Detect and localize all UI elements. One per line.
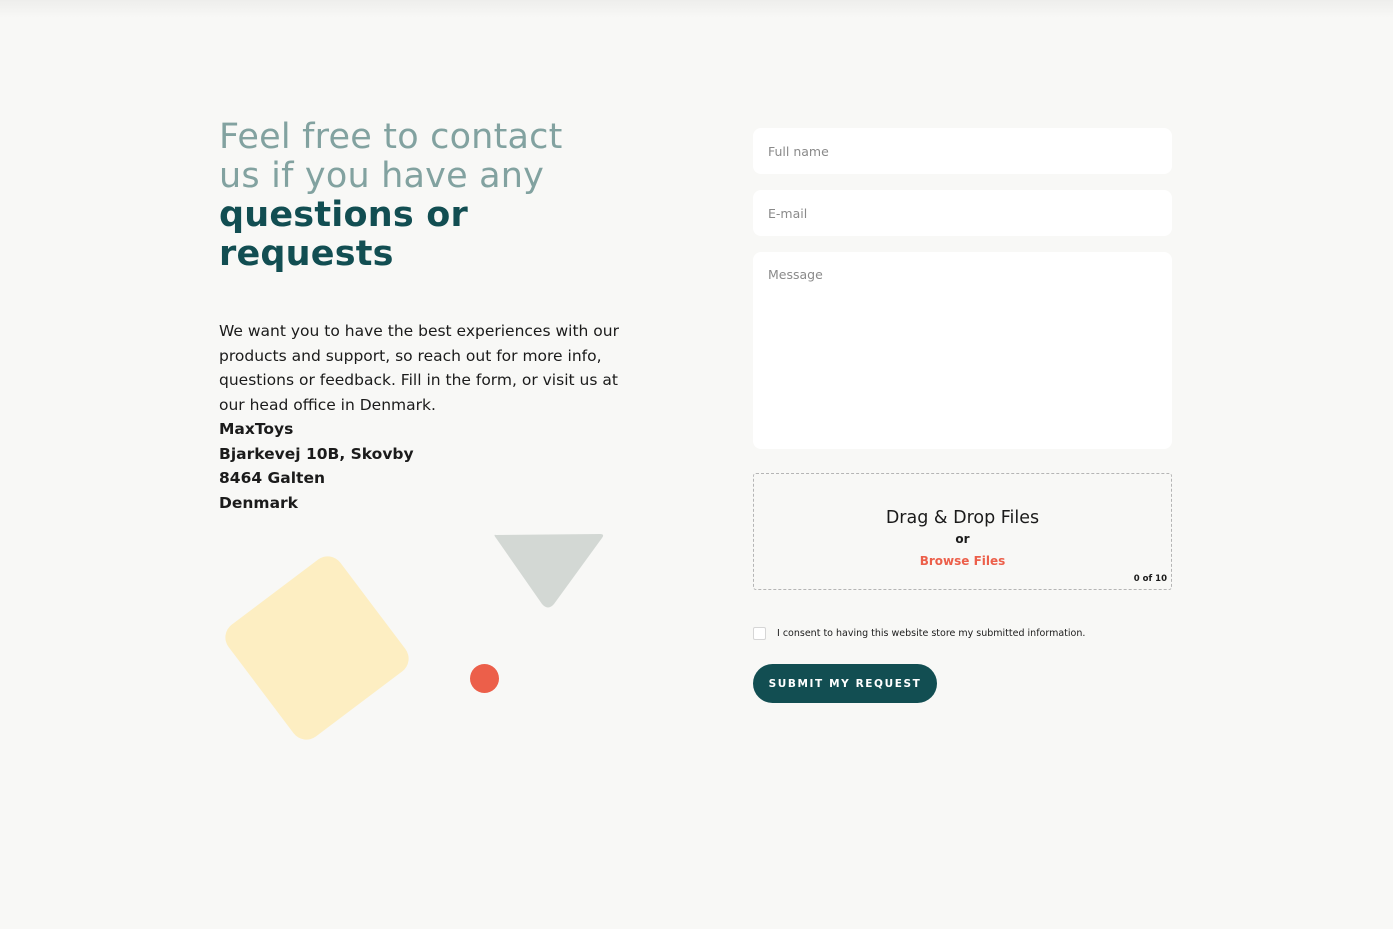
dropzone-or: or — [955, 532, 970, 546]
consent-checkbox[interactable] — [753, 627, 766, 640]
file-count: 0 of 10 — [1133, 574, 1167, 584]
header-shadow — [0, 0, 1393, 18]
contact-page: Feel free to contact us if you have any … — [0, 0, 1393, 929]
submit-button[interactable]: SUBMIT MY REQUEST — [753, 664, 937, 703]
heading-line-3: questions or requests — [219, 195, 468, 274]
browse-files-link[interactable]: Browse Files — [920, 554, 1006, 568]
page-heading: Feel free to contact us if you have any … — [219, 118, 639, 274]
dropzone-title: Drag & Drop Files — [885, 508, 1040, 528]
decorative-triangle — [494, 534, 604, 608]
decorative-dot — [470, 664, 499, 693]
decorative-square — [218, 549, 416, 747]
address-block: MaxToys Bjarkevej 10B, Skovby 8464 Galte… — [219, 417, 639, 515]
file-dropzone[interactable]: Drag & Drop Files or Browse Files 0 of 1… — [753, 473, 1172, 590]
address-street: Bjarkevej 10B, Skovby — [219, 444, 414, 463]
heading-line-1: Feel free to contact — [219, 117, 563, 157]
contact-form: Drag & Drop Files or Browse Files 0 of 1… — [753, 128, 1172, 703]
message-textarea[interactable] — [753, 252, 1172, 449]
email-input[interactable] — [753, 190, 1172, 236]
address-country: Denmark — [219, 493, 298, 512]
address-company: MaxToys — [219, 420, 294, 438]
intro-text: We want you to have the best experiences… — [219, 322, 619, 414]
heading-line-2: us if you have any — [219, 156, 545, 196]
consent-label: I consent to having this website store m… — [777, 628, 1086, 639]
consent-row: I consent to having this website store m… — [753, 627, 1172, 640]
fullname-input[interactable] — [753, 128, 1172, 174]
address-city: 8464 Galten — [219, 469, 325, 487]
contact-info: Feel free to contact us if you have any … — [219, 118, 639, 515]
